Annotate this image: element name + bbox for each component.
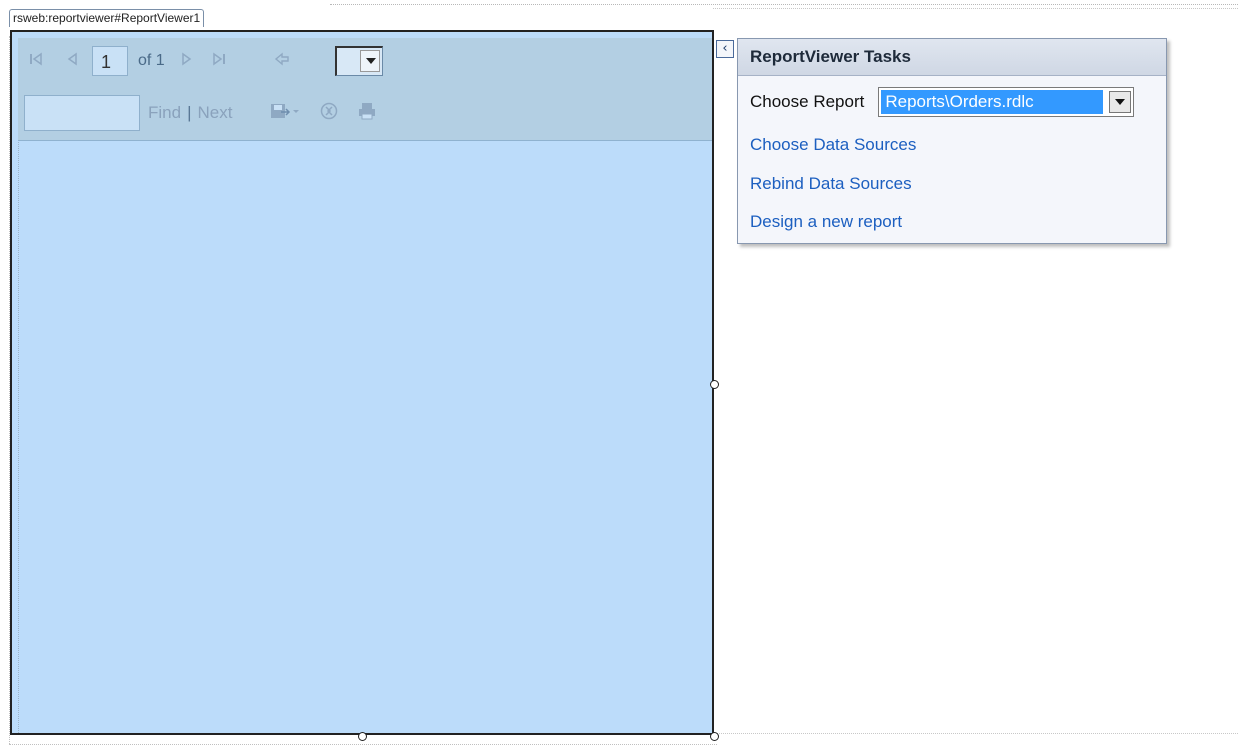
choose-data-sources-link[interactable]: Choose Data Sources (750, 135, 916, 155)
tasks-panel: ReportViewer Tasks Choose Report Reports… (737, 38, 1167, 244)
toolbar-row-navigation: 1 of 1 (18, 43, 383, 79)
choose-report-dropdown[interactable]: Reports\Orders.rdlc (878, 87, 1135, 117)
first-page-icon[interactable] (26, 52, 46, 70)
toolbar-row-find: Find | Next (18, 95, 378, 131)
current-page-input[interactable]: 1 (92, 46, 128, 76)
designer-guide-right (713, 8, 1238, 9)
report-viewer[interactable]: 1 of 1 Find | Next (10, 30, 714, 735)
refresh-icon[interactable] (318, 101, 340, 125)
choose-report-value: Reports\Orders.rdlc (881, 90, 1104, 114)
chevron-down-icon[interactable] (359, 50, 380, 72)
designer-guide-top (330, 4, 1238, 5)
rebind-data-sources-link[interactable]: Rebind Data Sources (750, 174, 912, 194)
designer-guide-bottom (716, 733, 1238, 734)
next-page-icon[interactable] (179, 52, 195, 70)
back-to-parent-icon[interactable] (273, 52, 291, 70)
choose-report-label: Choose Report (750, 92, 865, 111)
chevron-down-icon[interactable] (1109, 91, 1132, 113)
smart-tag-collapse-icon[interactable]: ‹ (716, 40, 734, 58)
viewer-toolbar: 1 of 1 Find | Next (18, 38, 712, 141)
resize-handle-corner[interactable] (710, 732, 719, 741)
zoom-dropdown[interactable] (334, 46, 383, 76)
viewer-inner-border (18, 38, 712, 733)
last-page-icon[interactable] (209, 52, 229, 70)
find-text-input[interactable] (24, 95, 140, 131)
export-icon[interactable] (268, 102, 302, 124)
control-tag[interactable]: rsweb:reportviewer#ReportViewer1 (9, 9, 205, 27)
page-count-label: of 1 (138, 52, 165, 69)
choose-report-row: Choose Report Reports\Orders.rdlc (750, 87, 1135, 117)
designer-guide-bottom-left (9, 744, 717, 745)
next-link[interactable]: Next (198, 103, 233, 123)
resize-handle-bottom[interactable] (358, 732, 367, 741)
find-link[interactable]: Find (148, 103, 181, 123)
tasks-panel-title: ReportViewer Tasks (738, 39, 1166, 76)
resize-handle-right[interactable] (710, 380, 719, 389)
previous-page-icon[interactable] (64, 52, 80, 70)
find-separator: | (187, 103, 192, 122)
print-icon[interactable] (356, 101, 378, 125)
design-new-report-link[interactable]: Design a new report (750, 212, 902, 232)
